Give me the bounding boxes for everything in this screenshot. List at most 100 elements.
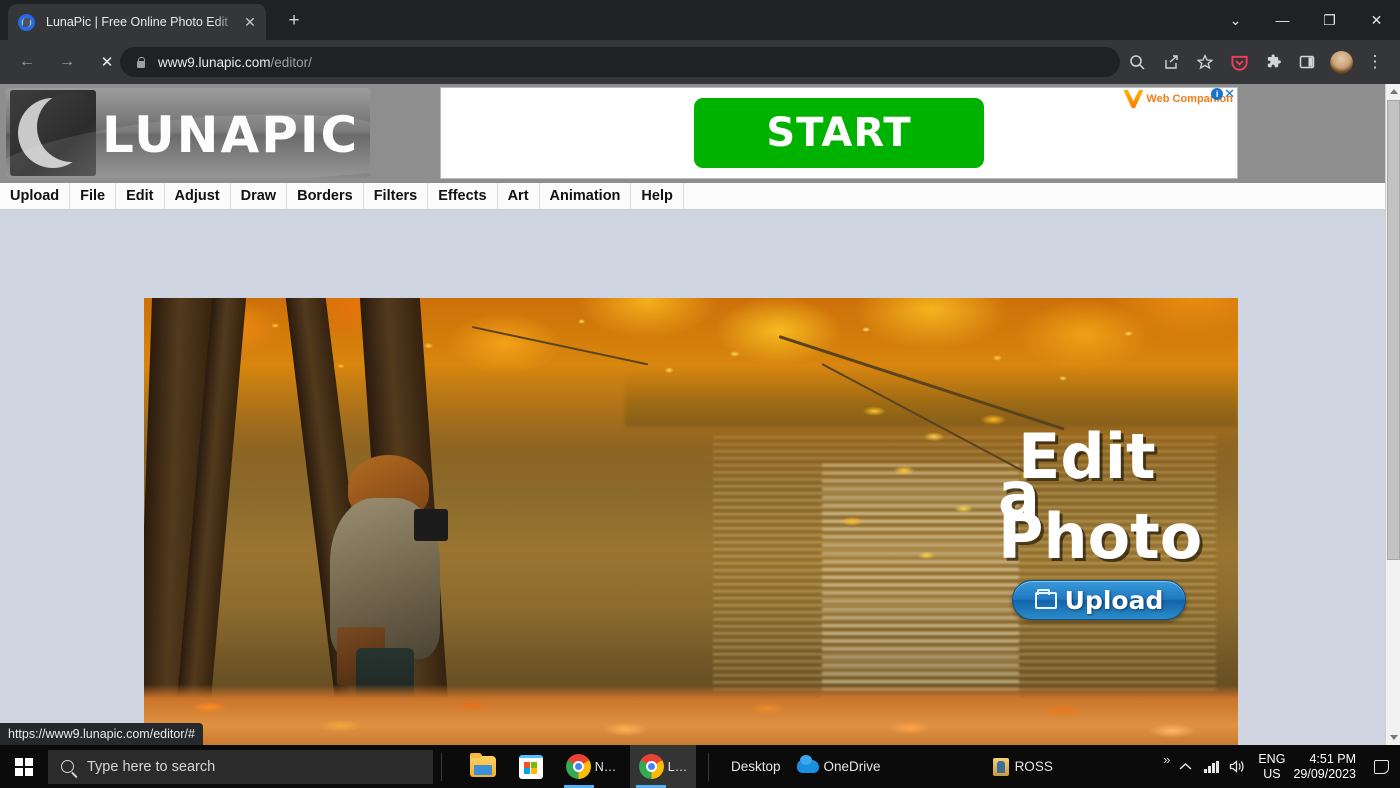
forward-icon[interactable]: → xyxy=(50,45,84,79)
side-panel-icon[interactable] xyxy=(1290,45,1324,79)
menu-item-filters[interactable]: Filters xyxy=(364,183,429,210)
clock-date: 29/09/2023 xyxy=(1293,767,1356,782)
folder-icon xyxy=(1035,592,1057,609)
volume-speaker-icon[interactable] xyxy=(1224,745,1250,788)
tab-close-icon[interactable]: ✕ xyxy=(240,12,260,32)
moon-crescent-icon xyxy=(10,90,96,176)
extensions-puzzle-icon[interactable] xyxy=(1256,45,1290,79)
language-line-1: ENG xyxy=(1258,752,1285,767)
taskbar-search-box[interactable]: Type here to search xyxy=(48,750,433,784)
chrome-icon xyxy=(639,754,664,779)
taskbar-app-2-label: L… xyxy=(668,760,687,774)
tab-title: LunaPic | Free Online Photo Edit xyxy=(46,15,240,29)
search-icon xyxy=(61,760,74,773)
bookmark-star-icon[interactable] xyxy=(1188,45,1222,79)
toolbar-actions: ⋮ xyxy=(1120,45,1392,79)
menu-item-file[interactable]: File xyxy=(70,183,116,210)
url-path: /editor/ xyxy=(271,55,312,70)
clock-time: 4:51 PM xyxy=(1293,752,1356,767)
upload-button[interactable]: Upload xyxy=(1012,580,1186,620)
taskbar-pinned-apps: N… L… xyxy=(462,745,696,788)
notification-shape xyxy=(1374,760,1389,774)
chrome-icon xyxy=(566,754,591,779)
scroll-up-arrow-icon[interactable] xyxy=(1386,84,1400,99)
menu-item-borders[interactable]: Borders xyxy=(287,183,364,210)
menu-item-edit[interactable]: Edit xyxy=(116,183,164,210)
lunapic-favicon-icon xyxy=(18,14,35,31)
tray-overflow-icon[interactable]: » xyxy=(1163,752,1170,767)
profile-avatar[interactable] xyxy=(1324,45,1358,79)
camera xyxy=(414,509,448,541)
menu-item-art[interactable]: Art xyxy=(498,183,540,210)
scroll-down-arrow-icon[interactable] xyxy=(1386,730,1400,745)
tab-search-chevron-down-icon[interactable]: ⌄ xyxy=(1212,0,1259,40)
address-bar-url: www9.lunapic.com/editor/ xyxy=(158,55,312,70)
chrome-browser-window: LunaPic | Free Online Photo Edit ✕ + ⌄ —… xyxy=(0,0,1400,745)
ross-toolbar[interactable]: ROSS xyxy=(993,758,1053,776)
clock[interactable]: 4:51 PM 29/09/2023 xyxy=(1293,752,1356,782)
close-window-icon[interactable]: ✕ xyxy=(1353,0,1400,40)
onedrive-toolbar-label: OneDrive xyxy=(824,759,881,774)
window-controls: ⌄ — ❐ ✕ xyxy=(1212,0,1400,40)
start-button[interactable] xyxy=(0,745,48,788)
onedrive-cloud-icon xyxy=(797,760,819,773)
ad-start-button[interactable]: START xyxy=(694,98,984,168)
restore-window-icon[interactable]: ❐ xyxy=(1306,0,1353,40)
ad-choices-controls: i ✕ xyxy=(1211,88,1235,100)
taskbar-app-chrome-1[interactable]: N… xyxy=(558,745,624,788)
new-tab-button[interactable]: + xyxy=(280,8,308,36)
pocket-icon[interactable] xyxy=(1222,45,1256,79)
menu-item-draw[interactable]: Draw xyxy=(231,183,287,210)
lock-icon xyxy=(134,56,147,69)
ross-folder-icon xyxy=(993,758,1009,776)
signal-bars xyxy=(1204,761,1219,773)
lunapic-logo[interactable]: LUNAPIC xyxy=(6,88,370,178)
onedrive-toolbar[interactable]: OneDrive xyxy=(781,759,881,774)
hero-photo[interactable]: Edit a Photo Upload xyxy=(144,298,1238,745)
menu-item-help[interactable]: Help xyxy=(631,183,683,210)
taskbar-divider-1 xyxy=(441,753,442,781)
minimize-icon[interactable]: — xyxy=(1259,0,1306,40)
ross-toolbar-label: ROSS xyxy=(1015,759,1053,774)
taskbar-app-1-label: N… xyxy=(595,760,617,774)
page-viewport: LUNAPIC START Web Companion i ✕ Upload F… xyxy=(0,84,1400,745)
system-tray: » ENG US 4:51 PM 29/09/2023 xyxy=(1163,745,1400,788)
address-bar[interactable]: www9.lunapic.com/editor/ xyxy=(120,47,1120,77)
menu-item-animation[interactable]: Animation xyxy=(540,183,632,210)
file-explorer-icon xyxy=(470,756,496,777)
chrome-menu-icon[interactable]: ⋮ xyxy=(1358,45,1392,79)
share-icon[interactable] xyxy=(1154,45,1188,79)
ad-info-icon[interactable]: i xyxy=(1211,88,1223,100)
content-area: Edit a Photo Upload Open URL: orChrome E… xyxy=(0,210,1385,745)
browser-tab-lunapic[interactable]: LunaPic | Free Online Photo Edit ✕ xyxy=(8,4,266,40)
desktop-toolbar[interactable]: Desktop xyxy=(731,759,781,774)
microsoft-store-icon xyxy=(519,755,543,779)
desktop-toolbar-label: Desktop xyxy=(731,759,781,774)
taskbar-toolbars: Desktop OneDrive ROSS xyxy=(731,758,1053,776)
taskbar-divider-2 xyxy=(708,753,709,781)
web-companion-logo-icon xyxy=(1123,90,1143,108)
action-center-icon[interactable] xyxy=(1368,745,1394,788)
tray-show-hidden-chevron-up-icon[interactable] xyxy=(1172,745,1198,788)
advertisement-banner[interactable]: START Web Companion i ✕ xyxy=(440,87,1238,179)
taskbar-app-file-explorer[interactable] xyxy=(462,745,504,788)
taskbar-app-chrome-2[interactable]: L… xyxy=(630,745,696,788)
back-icon[interactable]: ← xyxy=(10,45,44,79)
url-host: www9.lunapic.com xyxy=(158,55,271,70)
taskbar-app-microsoft-store[interactable] xyxy=(510,745,552,788)
language-indicator[interactable]: ENG US xyxy=(1258,752,1285,782)
menu-item-upload[interactable]: Upload xyxy=(0,183,70,210)
search-icon[interactable] xyxy=(1120,45,1154,79)
ad-close-icon[interactable]: ✕ xyxy=(1224,88,1235,100)
menu-item-adjust[interactable]: Adjust xyxy=(165,183,231,210)
hero-line-photo: Photo xyxy=(998,508,1202,565)
network-signal-icon[interactable] xyxy=(1198,745,1224,788)
lunapic-menu-bar: Upload File Edit Adjust Draw Borders Fil… xyxy=(0,183,1385,210)
lunapic-wordmark: LUNAPIC xyxy=(102,106,359,164)
browser-toolbar: ← → ✕ www9.lunapic.com/editor/ xyxy=(0,40,1400,84)
page-scrollbar[interactable] xyxy=(1385,84,1400,745)
menu-item-effects[interactable]: Effects xyxy=(428,183,497,210)
scrollbar-thumb[interactable] xyxy=(1387,100,1400,560)
stop-loading-icon[interactable]: ✕ xyxy=(90,45,124,79)
upload-button-label: Upload xyxy=(1065,586,1164,615)
